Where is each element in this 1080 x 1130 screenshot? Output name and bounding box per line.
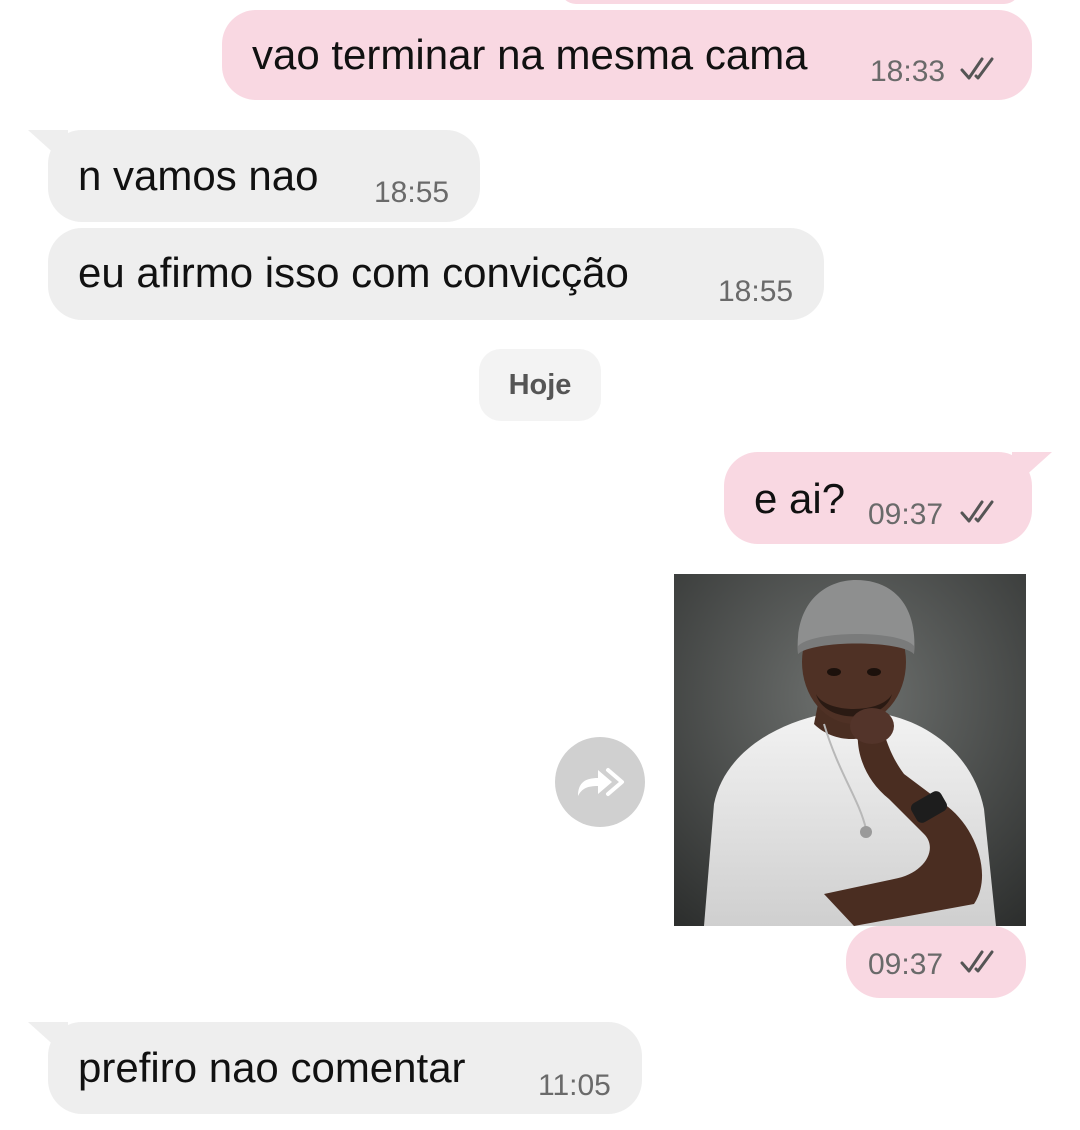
- message-text: eu afirmo isso com convicção: [78, 249, 629, 296]
- image-message[interactable]: [674, 574, 1026, 926]
- message-time: 11:05: [538, 1069, 611, 1102]
- previous-message-bubble[interactable]: [560, 0, 1020, 4]
- message-text: vao terminar na mesma cama: [252, 31, 808, 78]
- message-bubble-outgoing[interactable]: e ai? 09:37: [724, 452, 1032, 544]
- message-bubble-outgoing[interactable]: vao terminar na mesma cama 18:33: [222, 10, 1032, 100]
- message-time: 18:33: [870, 55, 946, 88]
- message-text: n vamos nao: [78, 152, 319, 199]
- double-check-icon: [960, 500, 994, 523]
- double-check-icon: [960, 57, 994, 80]
- message-text: prefiro nao comentar: [78, 1044, 466, 1091]
- message-time: 18:55: [374, 176, 450, 209]
- image-timestamp-bubble[interactable]: 09:37: [846, 926, 1026, 998]
- message-time: 09:37: [868, 948, 944, 981]
- message-text: e ai?: [754, 475, 846, 522]
- chat-thread[interactable]: vao terminar na mesma cama 18:33 n vamos…: [0, 0, 1080, 1130]
- message-bubble-incoming[interactable]: prefiro nao comentar 11:05: [48, 1022, 642, 1114]
- forward-icon: [578, 768, 624, 796]
- date-separator: Hoje: [479, 349, 601, 421]
- message-bubble-incoming[interactable]: n vamos nao 18:55: [48, 130, 480, 222]
- message-bubble-incoming[interactable]: eu afirmo isso com convicção 18:55: [48, 228, 824, 320]
- message-time: 18:55: [718, 275, 794, 308]
- double-check-icon: [960, 950, 994, 973]
- message-time: 09:37: [868, 498, 944, 531]
- portrait-image: [674, 574, 1026, 926]
- forward-button[interactable]: [555, 737, 645, 827]
